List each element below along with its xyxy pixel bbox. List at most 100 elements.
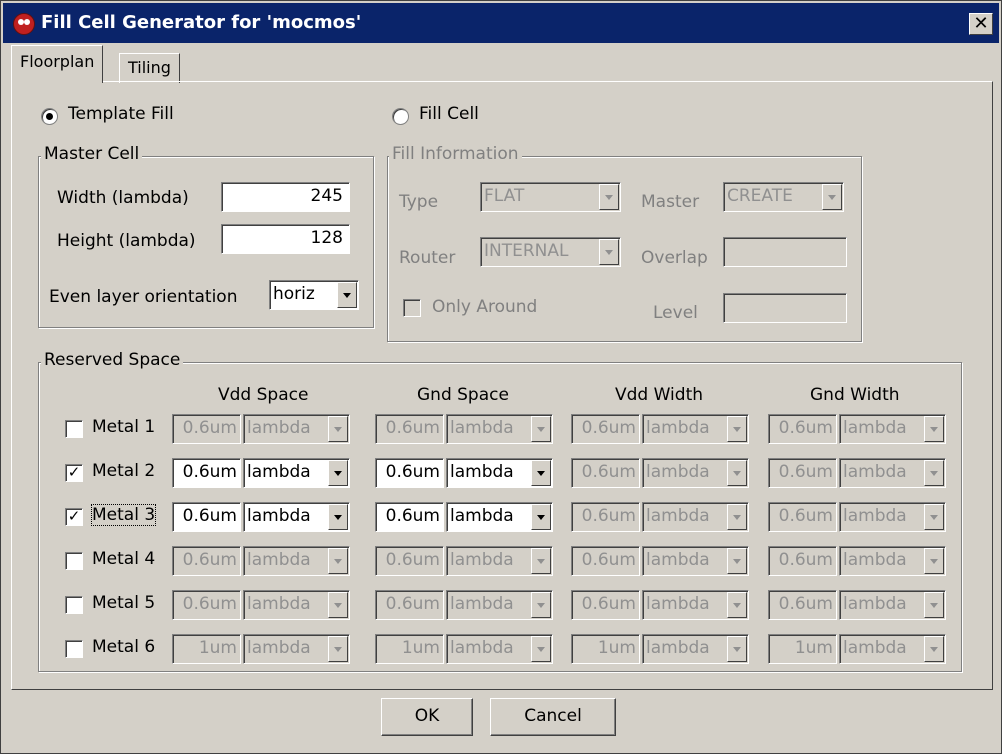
metal-4-checkbox[interactable] — [65, 552, 83, 570]
metal-1-checkbox[interactable] — [65, 420, 83, 438]
metal-3-gnd-width-unit-select[interactable]: lambda — [839, 502, 946, 532]
metal-5-vdd-space-unit-select[interactable]: lambda — [243, 590, 350, 620]
metal-5-gnd-width-unit-select[interactable]: lambda — [839, 590, 946, 620]
fill-cell-label[interactable]: Fill Cell — [419, 104, 479, 124]
metal-4-gnd-space-input[interactable]: 0.6um — [375, 546, 444, 576]
height-input[interactable]: 128 — [221, 224, 350, 254]
chevron-down-icon[interactable] — [337, 282, 357, 308]
chevron-down-icon[interactable] — [328, 636, 348, 662]
chevron-down-icon[interactable] — [924, 548, 944, 574]
chevron-down-icon[interactable] — [328, 416, 348, 442]
chevron-down-icon[interactable] — [924, 460, 944, 486]
ok-button[interactable]: OK — [381, 698, 473, 736]
level-input[interactable] — [723, 293, 847, 323]
metal-2-gnd-space-unit-select[interactable]: lambda — [446, 458, 553, 488]
fill-cell-radio[interactable] — [392, 108, 409, 125]
metal-5-gnd-width-input[interactable]: 0.6um — [768, 590, 837, 620]
router-select[interactable]: INTERNAL — [480, 237, 621, 267]
metal-1-vdd-space-unit-select[interactable]: lambda — [243, 414, 350, 444]
metal-3-gnd-space-input[interactable]: 0.6um — [375, 502, 444, 532]
metal-5-vdd-width-unit-select[interactable]: lambda — [642, 590, 749, 620]
chevron-down-icon[interactable] — [599, 184, 619, 210]
chevron-down-icon[interactable] — [328, 460, 348, 486]
metal-6-vdd-width-input[interactable]: 1um — [571, 634, 640, 664]
metal-1-vdd-width-unit-select[interactable]: lambda — [642, 414, 749, 444]
cancel-button[interactable]: Cancel — [490, 698, 616, 736]
metal-6-gnd-space-input[interactable]: 1um — [375, 634, 444, 664]
metal-4-vdd-width-unit-select[interactable]: lambda — [642, 546, 749, 576]
chevron-down-icon[interactable] — [599, 239, 619, 265]
metal-2-vdd-space-input[interactable]: 0.6um — [172, 458, 241, 488]
metal-5-gnd-space-unit-select[interactable]: lambda — [446, 590, 553, 620]
metal-6-vdd-space-unit-select[interactable]: lambda — [243, 634, 350, 664]
type-select[interactable]: FLAT — [480, 182, 621, 212]
metal-5-label[interactable]: Metal 5 — [92, 593, 155, 613]
metal-2-gnd-width-unit-select[interactable]: lambda — [839, 458, 946, 488]
chevron-down-icon[interactable] — [328, 548, 348, 574]
orientation-select[interactable]: horiz — [269, 280, 359, 310]
metal-6-vdd-space-input[interactable]: 1um — [172, 634, 241, 664]
close-button[interactable]: ✕ — [969, 13, 993, 35]
chevron-down-icon[interactable] — [727, 548, 747, 574]
chevron-down-icon[interactable] — [924, 592, 944, 618]
chevron-down-icon[interactable] — [328, 504, 348, 530]
metal-1-vdd-space-input[interactable]: 0.6um — [172, 414, 241, 444]
chevron-down-icon[interactable] — [531, 592, 551, 618]
metal-3-gnd-space-unit-select[interactable]: lambda — [446, 502, 553, 532]
chevron-down-icon[interactable] — [727, 460, 747, 486]
tab-floorplan[interactable]: Floorplan — [11, 45, 104, 83]
overlap-input[interactable] — [723, 237, 847, 267]
metal-1-gnd-width-unit-select[interactable]: lambda — [839, 414, 946, 444]
chevron-down-icon[interactable] — [924, 416, 944, 442]
tab-tiling[interactable]: Tiling — [119, 53, 180, 83]
metal-1-vdd-width-input[interactable]: 0.6um — [571, 414, 640, 444]
metal-6-gnd-width-input[interactable]: 1um — [768, 634, 837, 664]
metal-3-label[interactable]: Metal 3 — [90, 504, 157, 526]
only-around-label[interactable]: Only Around — [432, 297, 537, 317]
chevron-down-icon[interactable] — [727, 416, 747, 442]
chevron-down-icon[interactable] — [531, 548, 551, 574]
metal-1-gnd-space-unit-select[interactable]: lambda — [446, 414, 553, 444]
metal-6-gnd-space-unit-select[interactable]: lambda — [446, 634, 553, 664]
metal-1-gnd-width-input[interactable]: 0.6um — [768, 414, 837, 444]
chevron-down-icon[interactable] — [531, 504, 551, 530]
chevron-down-icon[interactable] — [531, 416, 551, 442]
metal-1-gnd-space-input[interactable]: 0.6um — [375, 414, 444, 444]
width-input[interactable]: 245 — [221, 182, 350, 212]
metal-3-gnd-width-input[interactable]: 0.6um — [768, 502, 837, 532]
chevron-down-icon[interactable] — [727, 592, 747, 618]
metal-4-vdd-space-unit-select[interactable]: lambda — [243, 546, 350, 576]
metal-6-vdd-width-unit-select[interactable]: lambda — [642, 634, 749, 664]
chevron-down-icon[interactable] — [727, 504, 747, 530]
metal-5-vdd-space-input[interactable]: 0.6um — [172, 590, 241, 620]
metal-2-vdd-width-input[interactable]: 0.6um — [571, 458, 640, 488]
metal-3-checkbox[interactable]: ✓ — [65, 508, 83, 526]
metal-4-gnd-width-unit-select[interactable]: lambda — [839, 546, 946, 576]
chevron-down-icon[interactable] — [531, 460, 551, 486]
template-fill-label[interactable]: Template Fill — [68, 104, 174, 124]
metal-4-vdd-width-input[interactable]: 0.6um — [571, 546, 640, 576]
title-bar[interactable]: Fill Cell Generator for 'mocmos' ✕ — [3, 3, 999, 43]
master-select[interactable]: CREATE — [723, 182, 844, 212]
metal-2-gnd-space-input[interactable]: 0.6um — [375, 458, 444, 488]
metal-1-label[interactable]: Metal 1 — [92, 417, 155, 437]
metal-5-vdd-width-input[interactable]: 0.6um — [571, 590, 640, 620]
chevron-down-icon[interactable] — [822, 184, 842, 210]
metal-6-checkbox[interactable] — [65, 640, 83, 658]
chevron-down-icon[interactable] — [531, 636, 551, 662]
metal-5-gnd-space-input[interactable]: 0.6um — [375, 590, 444, 620]
metal-3-vdd-space-unit-select[interactable]: lambda — [243, 502, 350, 532]
only-around-checkbox[interactable] — [403, 299, 421, 317]
metal-2-vdd-space-unit-select[interactable]: lambda — [243, 458, 350, 488]
metal-6-label[interactable]: Metal 6 — [92, 637, 155, 657]
chevron-down-icon[interactable] — [727, 636, 747, 662]
metal-5-checkbox[interactable] — [65, 596, 83, 614]
metal-3-vdd-space-input[interactable]: 0.6um — [172, 502, 241, 532]
chevron-down-icon[interactable] — [924, 636, 944, 662]
metal-4-gnd-space-unit-select[interactable]: lambda — [446, 546, 553, 576]
metal-2-label[interactable]: Metal 2 — [92, 461, 155, 481]
chevron-down-icon[interactable] — [924, 504, 944, 530]
template-fill-radio[interactable] — [41, 108, 58, 125]
metal-2-gnd-width-input[interactable]: 0.6um — [768, 458, 837, 488]
metal-2-vdd-width-unit-select[interactable]: lambda — [642, 458, 749, 488]
